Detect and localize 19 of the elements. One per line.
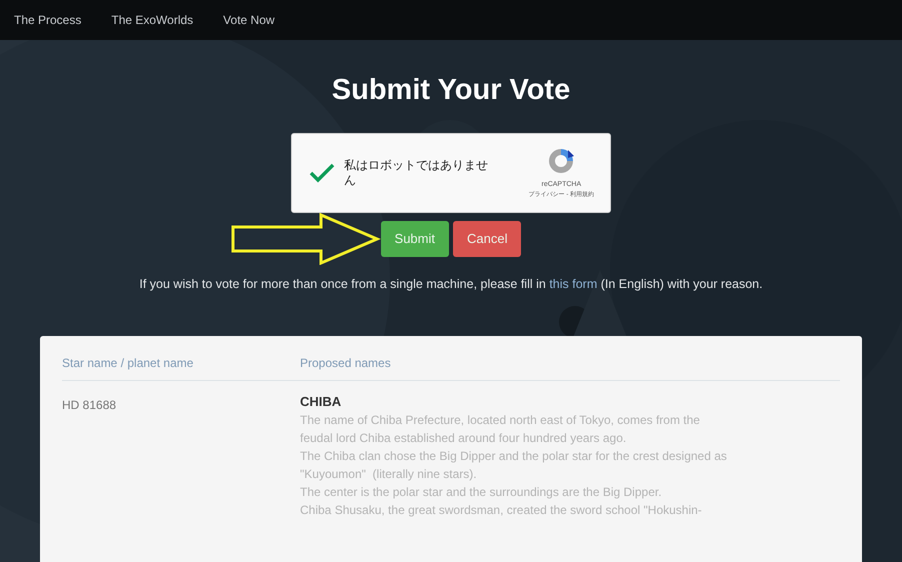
description-line: The name of Chiba Prefecture, located north east of Tokyo, comes from the <box>300 412 701 429</box>
column-header: Proposed names <box>300 354 391 372</box>
nav-link[interactable]: The ExoWorlds <box>111 11 194 29</box>
description-line: feudal lord Chiba established around four hundred years ago. <box>300 430 628 447</box>
table-cell: HD 81688 <box>62 398 116 412</box>
description-line: The center is the polar star and the surroundings are the Big Dipper. <box>300 484 663 501</box>
checkmark-icon <box>309 163 335 183</box>
nav-link[interactable]: Vote Now <box>223 11 275 29</box>
description-line: "Kuyoumon" (literally nine stars). <box>300 466 478 483</box>
proposed-name: CHIBA <box>300 392 342 411</box>
cancel-button[interactable]: Cancel <box>453 221 522 257</box>
nav-link[interactable]: The Process <box>14 11 82 29</box>
description-line: Chiba Shusaku, the great swordsman, created the sword school "Hokushin- <box>300 502 703 519</box>
description-line: The Chiba clan chose the Big Dipper and the polar star for the crest designed as <box>300 448 727 465</box>
instruction-text: If you wish to vote for more than once from a single machine, please fill in this form (In English) with your reason. <box>139 276 763 293</box>
form-link[interactable]: this form <box>549 277 598 291</box>
page-title: Submit Your Vote <box>332 76 570 105</box>
column-header: Star name / planet name <box>62 354 194 372</box>
captcha-label: 私はロボットではありません <box>344 158 489 188</box>
